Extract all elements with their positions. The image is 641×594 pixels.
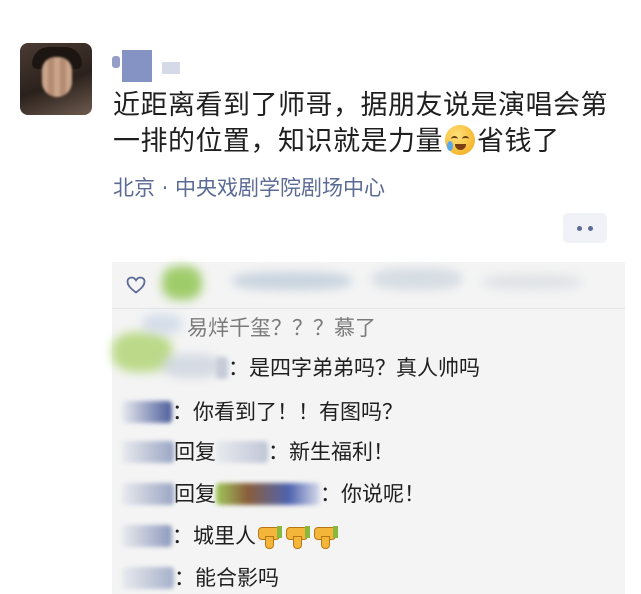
comment-1-text: 易烊千玺？？？慕了	[187, 316, 376, 340]
comment-7[interactable]: ：能合影吗	[122, 564, 279, 592]
avatar-face-blurred	[42, 57, 72, 97]
more-dots-icon	[577, 225, 582, 231]
comment-4-text: ：新生福利！	[268, 440, 394, 464]
comment-3[interactable]: ：你看到了！！有图吗？	[122, 398, 403, 426]
comment-7-text: ：能合影吗	[174, 566, 279, 590]
avatar[interactable]	[20, 43, 92, 115]
comment-4[interactable]: 回复 ：新生福利！	[122, 438, 394, 466]
comment-7-name-blurred[interactable]	[122, 566, 174, 590]
comment-5-reply-word: 回复	[174, 482, 216, 506]
comments-panel: 易烊千玺？？？慕了 ：是四字弟弟吗？真人帅吗 ：你看到了！！有图吗？ 回复 ：新生…	[112, 262, 625, 594]
heart-outline-icon	[126, 276, 146, 294]
comment-5-text: ：你说呢！	[320, 482, 425, 506]
likes-row	[112, 262, 625, 309]
comment-3-name-blurred[interactable]	[122, 400, 172, 424]
comment-6-name-blurred[interactable]	[122, 524, 172, 548]
thumbs-down-icon	[312, 524, 338, 549]
crying-laughing-emoji-icon	[445, 125, 475, 155]
thumbs-down-icon	[284, 524, 310, 549]
comment-4-name-blurred[interactable]	[122, 440, 174, 464]
likers-blurred[interactable]	[162, 262, 602, 308]
comment-5[interactable]: 回复 ：你说呢！	[122, 480, 425, 508]
comment-6[interactable]: ：城里人	[122, 522, 340, 550]
comment-4-reply-word: 回复	[174, 440, 216, 464]
comment-3-text: ：你看到了！！有图吗？	[172, 400, 403, 424]
thumbs-down-icon	[256, 524, 282, 549]
location-link[interactable]: 北京 · 中央戏剧学院剧场中心	[113, 172, 385, 202]
more-button[interactable]	[563, 213, 607, 243]
comment-2-name-blurred[interactable]	[216, 356, 228, 380]
username-blurred[interactable]	[112, 50, 184, 82]
comment-5-name-blurred[interactable]	[122, 482, 174, 506]
comment-4-target-blurred[interactable]	[216, 440, 268, 464]
comment-1[interactable]: 易烊千玺？？？慕了	[187, 314, 376, 342]
post-text-part2: 省钱了	[477, 126, 560, 157]
post-text: 近距离看到了师哥，据朋友说是演唱会第一排的位置，知识就是力量 省钱了	[113, 88, 628, 160]
comment-2[interactable]: ：是四字弟弟吗？真人帅吗	[216, 354, 480, 382]
comment-2-text: ：是四字弟弟吗？真人帅吗	[228, 356, 480, 380]
comment-5-target-blurred[interactable]	[216, 482, 320, 506]
comment-6-text: ：城里人	[172, 524, 256, 548]
